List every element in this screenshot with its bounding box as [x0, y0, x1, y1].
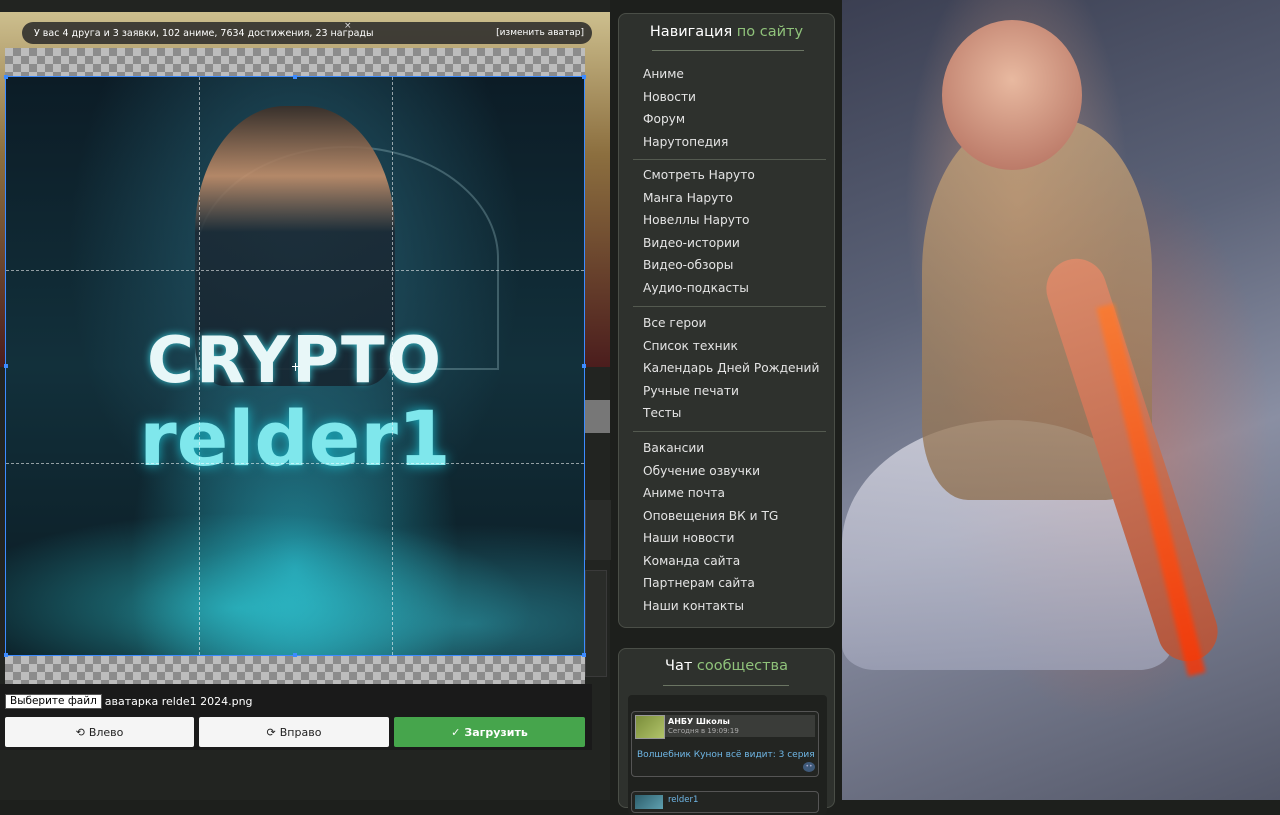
chat-messages[interactable]: АНБУ Школы Сегодня в 19:09:19 Волшебник …: [628, 695, 827, 815]
nav-divider: [633, 431, 826, 432]
profile-panel-fragment: [585, 500, 611, 560]
nav-item-video-stories[interactable]: Видео-истории: [643, 232, 755, 255]
profile-summary: У вас 4 друга и 3 заявки, 102 аниме, 763…: [34, 27, 374, 39]
nav-item-hand-seals[interactable]: Ручные печати: [643, 380, 819, 403]
crop-handle-w[interactable]: [4, 364, 8, 368]
file-name: аватарка relde1 2024.png: [104, 694, 253, 708]
nav-item-audio-podcasts[interactable]: Аудио-подкасты: [643, 277, 755, 300]
nav-item-team[interactable]: Команда сайта: [643, 550, 778, 573]
chat-timestamp: Сегодня в 19:09:19: [668, 727, 739, 735]
community-chat: Чат сообщества АНБУ Школы Сегодня в 19:0…: [618, 648, 835, 815]
nav-divider: [633, 159, 826, 160]
nav-group-main: Аниме Новости Форум Нарутопедия: [643, 63, 728, 153]
nav-item-forum[interactable]: Форум: [643, 108, 728, 131]
nav-item-manga[interactable]: Манга Наруто: [643, 187, 755, 210]
nav-title: Навигация по сайту: [619, 24, 834, 40]
crop-guide-line: [392, 77, 393, 655]
crop-handle-se[interactable]: [582, 653, 586, 657]
chat-message: relder1: [631, 791, 819, 813]
nav-item-narutopedia[interactable]: Нарутопедия: [643, 131, 728, 154]
nav-item-tests[interactable]: Тесты: [643, 402, 819, 425]
chat-message: АНБУ Школы Сегодня в 19:09:19 Волшебник …: [631, 711, 819, 777]
rotate-right-button[interactable]: ⟳ Вправо: [199, 717, 389, 747]
crop-handle-n[interactable]: [293, 75, 297, 79]
crop-selection-box[interactable]: [4, 75, 586, 657]
profile-info-bar: У вас 4 друга и 3 заявки, 102 аниме, 763…: [22, 21, 592, 44]
crop-guide-line: [6, 270, 584, 271]
crop-center-icon: [292, 363, 300, 371]
chat-title: Чат сообщества: [619, 658, 834, 674]
crop-guide-line: [199, 77, 200, 655]
rotate-left-button[interactable]: ⟲ Влево: [5, 717, 194, 747]
change-avatar-button[interactable]: [изменить аватар]: [496, 28, 584, 38]
close-icon[interactable]: ×: [344, 21, 352, 31]
crop-handle-e[interactable]: [582, 364, 586, 368]
crop-handle-sw[interactable]: [4, 653, 8, 657]
file-upload-row: Выберите файл аватарка relde1 2024.png: [5, 693, 253, 709]
avatar[interactable]: [635, 715, 665, 739]
avatar[interactable]: [635, 795, 663, 809]
nav-item-anime[interactable]: Аниме: [643, 63, 728, 86]
chat-title-accent: сообщества: [696, 658, 788, 674]
site-navigation: Навигация по сайту Аниме Новости Форум Н…: [618, 13, 835, 628]
chat-message-header: АНБУ Школы Сегодня в 19:09:19: [665, 715, 815, 737]
nav-title-main: Навигация: [649, 24, 733, 40]
nav-item-anime-mail[interactable]: Аниме почта: [643, 482, 778, 505]
nav-item-partners[interactable]: Партнерам сайта: [643, 572, 778, 595]
nav-item-dubbing-course[interactable]: Обучение озвучки: [643, 460, 778, 483]
nav-item-video-reviews[interactable]: Видео-обзоры: [643, 254, 755, 277]
rotate-right-icon: ⟳: [266, 725, 276, 739]
nav-item-heroes[interactable]: Все герои: [643, 312, 819, 335]
nav-group-wiki: Все герои Список техник Календарь Дней Р…: [643, 312, 819, 425]
rotate-left-icon: ⟲: [75, 725, 85, 739]
nav-item-notifications[interactable]: Оповещения ВК и TG: [643, 505, 778, 528]
nav-item-novels[interactable]: Новеллы Наруто: [643, 209, 755, 232]
nav-divider: [633, 306, 826, 307]
chat-title-divider: [663, 685, 789, 686]
nav-title-divider: [652, 50, 804, 51]
chat-author[interactable]: АНБУ Школы: [668, 717, 730, 726]
profile-panel-fragment-2: [585, 570, 607, 677]
upload-label: Загрузить: [464, 725, 528, 739]
choose-file-button[interactable]: Выберите файл: [5, 693, 102, 709]
reaction-icon[interactable]: ••: [803, 762, 815, 772]
nav-item-watch-naruto[interactable]: Смотреть Наруто: [643, 164, 755, 187]
nav-item-techniques[interactable]: Список техник: [643, 335, 819, 358]
rotate-left-label: Влево: [88, 725, 124, 739]
nav-group-site: Вакансии Обучение озвучки Аниме почта Оп…: [643, 437, 778, 617]
profile-tab-fragment: [585, 400, 610, 433]
rotate-right-label: Вправо: [279, 725, 322, 739]
crop-handle-s[interactable]: [293, 653, 297, 657]
background-artwork: [842, 0, 1280, 800]
avatar-crop-area[interactable]: CRYPTO relder1: [4, 48, 586, 684]
check-icon: ✓: [451, 725, 461, 739]
nav-item-contacts[interactable]: Наши контакты: [643, 595, 778, 618]
crop-handle-nw[interactable]: [4, 75, 8, 79]
crop-guide-line: [6, 463, 584, 464]
chat-message-text[interactable]: Волшебник Кунон всё видит: 3 серия: [637, 750, 815, 760]
chat-title-main: Чат: [665, 658, 693, 674]
upload-button[interactable]: ✓ Загрузить: [394, 717, 585, 747]
nav-item-vacancies[interactable]: Вакансии: [643, 437, 778, 460]
nav-title-accent: по сайту: [736, 24, 804, 40]
nav-group-media: Смотреть Наруто Манга Наруто Новеллы Нар…: [643, 164, 755, 299]
chat-author[interactable]: relder1: [668, 795, 698, 805]
crop-handle-ne[interactable]: [582, 75, 586, 79]
nav-item-news[interactable]: Новости: [643, 86, 728, 109]
nav-item-birthdays[interactable]: Календарь Дней Рождений: [643, 357, 819, 380]
nav-item-our-news[interactable]: Наши новости: [643, 527, 778, 550]
